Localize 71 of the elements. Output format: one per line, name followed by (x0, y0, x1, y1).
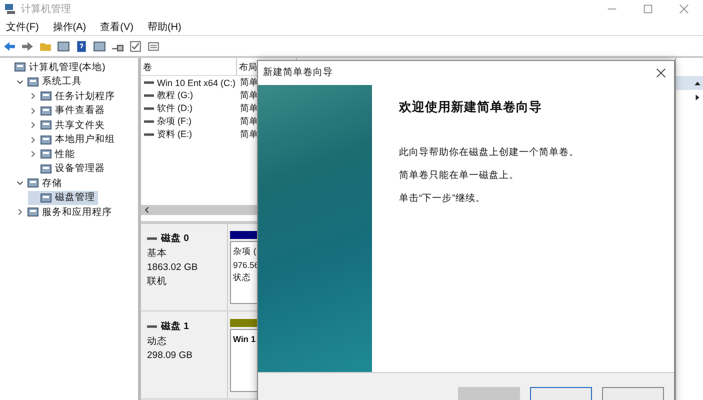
cell-text: 资料 (E:) (157, 128, 192, 141)
close-icon (679, 4, 689, 14)
disk-type: 基本 (147, 247, 168, 260)
chevron-right-icon (16, 208, 24, 216)
node-icon (27, 76, 39, 88)
chevron-down-icon (16, 179, 24, 188)
node-icon (40, 192, 52, 204)
tree-item[interactable]: 事件查看器 (28, 104, 108, 118)
tree-item[interactable]: 系统工具 (15, 74, 85, 89)
dialog-text: 单击“下一步”继续。 (399, 192, 486, 205)
menu-item[interactable]: 操作(A) (52, 20, 86, 34)
cell-text: 简单 (240, 102, 258, 115)
tree-item[interactable]: 服务和应用程序 (15, 205, 115, 220)
triangle-right-icon (694, 94, 701, 100)
tree-item[interactable]: 存储 (15, 176, 65, 190)
disk-size: 1863.02 GB (147, 262, 199, 273)
cell-text: 简单 (240, 128, 258, 141)
close-icon (656, 68, 666, 78)
node-icon (40, 148, 52, 160)
node-icon (40, 162, 52, 175)
disk-name: 磁盘 1 (147, 320, 227, 333)
forward-arrow-icon[interactable] (21, 40, 34, 52)
node-icon (40, 90, 52, 102)
cell-text: 简单 (240, 115, 258, 128)
node-icon (40, 134, 52, 146)
tree-item[interactable]: 性能 (28, 147, 78, 162)
back-arrow-icon[interactable] (3, 40, 16, 52)
dialog-text: 简单卷只能在单一磁盘上。 (399, 168, 520, 182)
disk-name: 磁盘 0 (147, 232, 227, 245)
disk-type: 动态 (147, 335, 168, 348)
computer-icon (4, 3, 16, 15)
disk-status: 联机 (147, 275, 168, 288)
tree-item[interactable]: 任务计划程序 (28, 89, 118, 104)
tree-item[interactable]: 磁盘管理 (28, 190, 98, 205)
menu-item[interactable]: 帮助(H) (147, 20, 182, 34)
dialog-title: 新建简单卷向导 (263, 66, 333, 80)
cell-text: 杂项 (F:) (157, 115, 192, 128)
cell-text: 软件 (D:) (157, 102, 192, 115)
list-icon[interactable] (147, 40, 160, 52)
actions-header[interactable] (676, 76, 703, 90)
node-icon (40, 104, 52, 117)
partition-text: 杂项 ( (233, 246, 258, 258)
menu-item[interactable]: 查看(V) (100, 20, 134, 34)
node-icon (27, 177, 39, 190)
cell-text: 简单 (240, 76, 258, 89)
panel-icon[interactable] (93, 40, 106, 52)
tree-item[interactable]: 共享文件夹 (28, 118, 108, 132)
chevron-left-icon (143, 206, 151, 214)
dialog-heading: 欢迎使用新建简单卷向导 (399, 98, 543, 116)
cell-text: 简单 (240, 89, 258, 102)
node-icon (14, 61, 26, 74)
tree-item[interactable]: 设备管理器 (28, 162, 108, 176)
column-header[interactable]: 卷 (141, 58, 237, 75)
panel-icon[interactable] (57, 40, 70, 52)
checkbox-icon[interactable] (129, 40, 142, 52)
partition-text: Win 1 (233, 334, 257, 344)
triangle-up-icon (694, 80, 701, 86)
cell-text: 教程 (G:) (157, 89, 193, 102)
window-title: 计算机管理 (21, 2, 72, 16)
disk-size: 298.09 GB (147, 350, 194, 361)
cell-text: Win 10 Ent x64 (C:) (157, 78, 236, 88)
chevron-down-icon (16, 78, 24, 86)
maximize-icon (643, 4, 653, 14)
dialog-text: 此向导帮助你在磁盘上创建一个简单卷。 (399, 146, 580, 159)
node-icon (40, 119, 52, 132)
partition-text: 状态 (233, 272, 252, 284)
tree-item[interactable]: 计算机管理(本地) (2, 60, 108, 74)
tree-item[interactable]: 本地用户和组 (28, 132, 118, 147)
menu-item[interactable]: 文件(F) (6, 20, 39, 34)
help-icon[interactable] (75, 40, 88, 52)
node-icon (27, 206, 39, 218)
